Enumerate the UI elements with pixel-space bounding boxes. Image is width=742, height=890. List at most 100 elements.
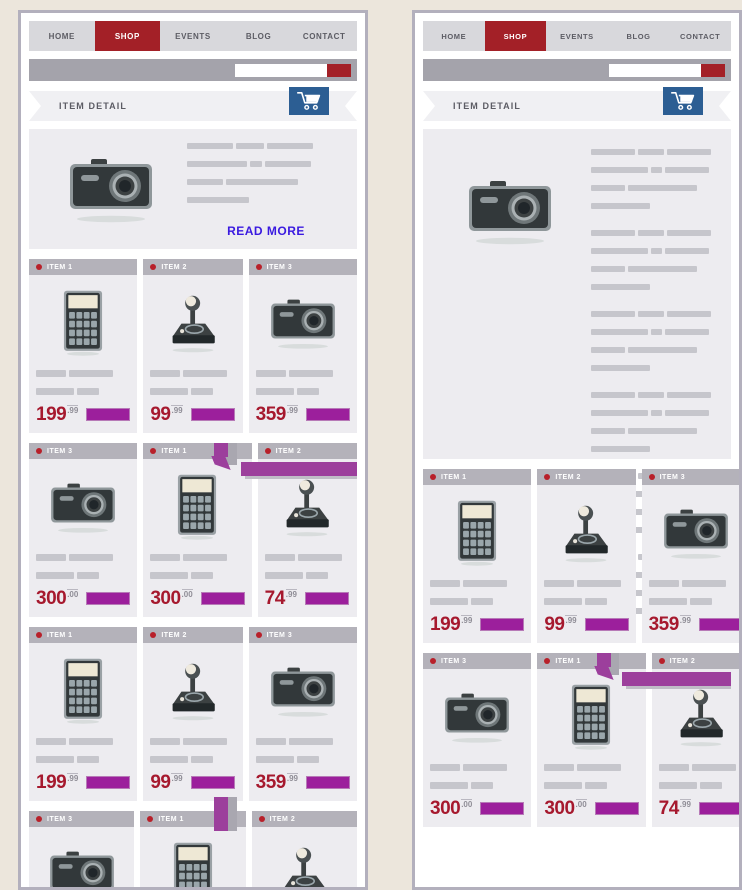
joystick-icon (680, 689, 723, 746)
nav-item-home[interactable]: HOME (423, 21, 485, 51)
card-text-bar (544, 580, 575, 587)
buy-button[interactable] (594, 802, 639, 816)
nav-label: CONTACT (680, 31, 721, 41)
shopping-cart-icon (671, 92, 695, 110)
nav-item-blog[interactable]: BLOG (608, 21, 670, 51)
product-card[interactable]: ITEM 3 359.99 (248, 627, 357, 802)
product-card[interactable]: ITEM 2 (251, 811, 357, 887)
card-text-bar (264, 572, 303, 580)
status-dot-icon (430, 474, 436, 480)
read-more-link[interactable]: READ MORE (187, 224, 345, 238)
search-input[interactable] (235, 63, 327, 77)
nav-label: EVENTS (560, 31, 594, 41)
status-dot-icon (36, 632, 42, 639)
product-card[interactable]: ITEM 2 99.99 (143, 259, 243, 434)
product-card[interactable]: ITEM 1 (140, 811, 246, 887)
product-card[interactable]: ITEM 3 (29, 811, 135, 887)
card-text-bar (69, 738, 113, 746)
buy-button[interactable] (304, 592, 349, 606)
card-text-bar (699, 782, 722, 790)
lorem-paragraph (591, 149, 719, 221)
price-cents: .99 (286, 773, 298, 784)
lorem-bar (665, 167, 710, 173)
product-price: 359.99 (256, 773, 298, 792)
nav-item-events[interactable]: EVENTS (546, 21, 608, 51)
cart-button[interactable] (663, 87, 703, 115)
nav-item-shop[interactable]: SHOP (484, 21, 547, 51)
search-button[interactable] (327, 63, 351, 77)
lorem-bar (665, 248, 710, 254)
product-image (423, 485, 531, 580)
nav-item-contact[interactable]: CONTACT (291, 21, 357, 51)
card-text-bar (288, 370, 333, 377)
cart-button[interactable] (289, 87, 329, 115)
product-card[interactable]: ITEM 3 359.99 (248, 259, 357, 434)
buy-button[interactable] (86, 776, 131, 790)
nav-item-shop[interactable]: SHOP (94, 21, 161, 51)
lorem-line (591, 329, 719, 347)
buy-button[interactable] (698, 802, 739, 816)
card-text-bar (430, 598, 468, 605)
joystick-icon (172, 295, 215, 352)
product-image (143, 275, 242, 370)
product-card[interactable]: ITEM 1 199.99 (29, 627, 138, 802)
buy-button[interactable] (480, 618, 525, 632)
product-card[interactable]: ITEM 2 74.99 (651, 653, 739, 828)
buy-button[interactable] (306, 408, 350, 422)
product-card[interactable]: ITEM 2 99.99 (537, 469, 636, 644)
buy-button[interactable] (698, 618, 739, 632)
product-card[interactable]: ITEM 1 300.00 (143, 443, 252, 618)
status-dot-icon (150, 448, 157, 455)
price-main: 99 (150, 772, 171, 794)
buy-button[interactable] (200, 592, 245, 606)
lorem-bar (591, 248, 648, 254)
buy-button[interactable] (86, 408, 131, 422)
product-card[interactable]: ITEM 2 74.99 (257, 443, 357, 618)
card-text-bar (430, 764, 460, 772)
product-card[interactable]: ITEM 3 359.99 (641, 469, 739, 644)
product-card[interactable]: ITEM 1 199.99 (423, 469, 532, 644)
search-input[interactable] (609, 63, 701, 77)
price-cents: .99 (679, 799, 691, 810)
search-button[interactable] (701, 63, 725, 77)
status-dot-icon (255, 264, 262, 270)
nav-item-home[interactable]: HOME (29, 21, 95, 51)
product-card-header: ITEM 1 (143, 443, 252, 460)
lorem-bar (651, 410, 663, 416)
buy-button[interactable] (190, 408, 235, 422)
card-text-bar (585, 598, 608, 605)
calculator-icon (178, 474, 217, 540)
buy-button[interactable] (86, 592, 131, 606)
product-image (29, 275, 137, 370)
card-text-bar (150, 572, 189, 580)
lorem-bar (665, 410, 710, 416)
card-text-bar (463, 580, 507, 587)
product-card-header: ITEM 1 (29, 259, 138, 275)
product-card[interactable]: ITEM 1 300.00 (537, 653, 646, 828)
buy-button[interactable] (190, 776, 235, 790)
card-text-line (255, 738, 350, 756)
buy-button[interactable] (306, 776, 350, 790)
buy-button[interactable] (480, 802, 525, 816)
buy-button[interactable] (584, 618, 629, 632)
nav-item-events[interactable]: EVENTS (160, 21, 226, 51)
product-card[interactable]: ITEM 1 199.99 (29, 259, 138, 434)
product-card[interactable]: ITEM 2 99.99 (143, 627, 243, 802)
nav-item-blog[interactable]: BLOG (226, 21, 292, 51)
price-cents: .00 (461, 799, 473, 810)
product-card-header: ITEM 2 (651, 653, 739, 670)
product-card-header: ITEM 3 (641, 469, 739, 485)
card-text-bar (296, 388, 319, 395)
product-image (537, 485, 635, 580)
card-text-bar (150, 370, 181, 377)
product-card[interactable]: ITEM 3 300.00 (423, 653, 532, 828)
lorem-bar (637, 230, 665, 236)
price-cents: .99 (285, 589, 297, 600)
product-card-label: ITEM 1 (47, 631, 73, 639)
product-card-label: ITEM 1 (158, 815, 184, 823)
lorem-bar (591, 428, 626, 434)
product-card[interactable]: ITEM 3 300.00 (29, 443, 138, 618)
price-main: 199 (36, 404, 67, 425)
camera-icon (270, 299, 335, 349)
nav-item-contact[interactable]: CONTACT (669, 21, 731, 51)
